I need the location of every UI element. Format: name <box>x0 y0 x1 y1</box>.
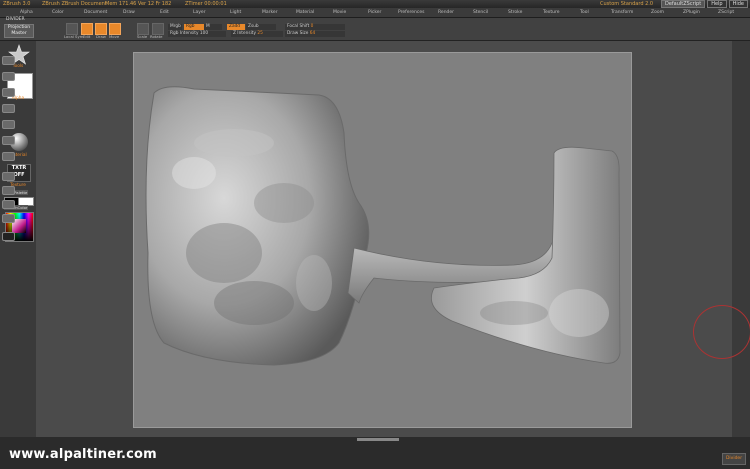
menu-item-color[interactable]: Color <box>52 8 64 17</box>
draw-size-slider[interactable]: Draw Size 64 <box>285 31 345 37</box>
menu-item-zplugin[interactable]: ZPlugin <box>683 8 700 17</box>
memory-readout: Mem 171.46 Ver 12 Fr 182 <box>105 1 172 7</box>
divider-label: DIVIDER <box>6 17 25 22</box>
rgb-button[interactable]: Rgb <box>184 24 204 30</box>
menu-item-draw[interactable]: Draw <box>123 8 135 17</box>
rgb-intensity-label: Rgb Intensity <box>170 31 199 36</box>
edit-label: Edit <box>83 34 91 39</box>
scroll-icon[interactable] <box>2 56 15 65</box>
draw-size-value: 64 <box>309 31 316 36</box>
menu-item-document[interactable]: Document <box>84 8 107 17</box>
z-intensity-value: 25 <box>257 31 263 36</box>
aahalf-icon[interactable] <box>2 104 15 113</box>
bottom-scroll-handle[interactable] <box>357 438 399 441</box>
document-title: ZBrush ZBrush Document <box>42 1 107 7</box>
menu-item-material[interactable]: Material <box>296 8 314 17</box>
transp-icon[interactable] <box>2 214 15 223</box>
projection-master-button[interactable]: Projection Master <box>4 24 34 38</box>
zoom-icon[interactable] <box>2 72 15 81</box>
menu-item-stencil[interactable]: Stencil <box>473 8 488 17</box>
menu-item-tool[interactable]: Tool <box>580 8 589 17</box>
scale-view-icon[interactable] <box>2 186 15 195</box>
menu-item-edit[interactable]: Edit <box>160 8 169 17</box>
persp-icon[interactable] <box>2 120 15 129</box>
menu-bar: Alpha Color Document Draw Edit Layer Light Mark… <box>0 8 750 18</box>
rotate-view-icon[interactable] <box>2 200 15 209</box>
m-button[interactable]: M <box>204 24 222 30</box>
mrgb-button[interactable]: Mrgb <box>168 24 182 30</box>
z-intensity-slider[interactable]: Z Intensity 25 <box>231 31 283 37</box>
menu-item-texture[interactable]: Texture <box>543 8 559 17</box>
menu-item-zscript[interactable]: ZScript <box>718 8 734 17</box>
scale-label: Scale <box>137 34 148 39</box>
menu-item-light[interactable]: Light <box>230 8 241 17</box>
snapshot-icon[interactable] <box>2 232 15 241</box>
focal-shift-slider[interactable]: Focal Shift 0 <box>285 24 345 30</box>
floor-icon[interactable] <box>2 136 15 145</box>
local-icon[interactable] <box>2 152 15 161</box>
menu-item-alpha[interactable]: Alpha <box>20 8 33 17</box>
zscript-button[interactable]: DefaultZScript <box>660 0 706 8</box>
title-bar: ZBrush 3.0 ZBrush ZBrush Document Mem 17… <box>0 0 750 8</box>
help-button[interactable]: Help <box>707 0 727 8</box>
actual-size-icon[interactable] <box>2 88 15 97</box>
canvas[interactable] <box>133 52 632 428</box>
zadd-button[interactable]: Zadd <box>227 24 245 30</box>
custom-layout-label: Custom Standard 2.0 <box>600 1 654 7</box>
z-intensity-label: Z Intensity <box>233 31 257 36</box>
move-view-icon[interactable] <box>2 172 15 181</box>
move-label: Move <box>109 34 120 39</box>
watermark-text: www.alpaltiner.com <box>9 447 157 462</box>
draw-size-label: Draw Size <box>287 31 309 36</box>
draw-label: Draw <box>96 34 106 39</box>
menu-item-picker[interactable]: Picker <box>368 8 381 17</box>
zsub-button[interactable]: Zsub <box>246 24 276 30</box>
menu-item-zoom[interactable]: Zoom <box>651 8 664 17</box>
hide-button[interactable]: Hide <box>728 0 748 8</box>
rgb-intensity-value: 100 <box>199 31 209 36</box>
app-title: ZBrush 3.0 <box>3 1 31 7</box>
focal-shift-value: 0 <box>310 24 314 29</box>
rgb-intensity-slider[interactable]: Rgb Intensity 100 <box>168 31 226 37</box>
menu-item-marker[interactable]: Marker <box>262 8 278 17</box>
right-tray <box>732 41 750 469</box>
menu-item-movie[interactable]: Movie <box>333 8 346 17</box>
navigation-circle <box>693 305 750 359</box>
menu-item-transform[interactable]: Transform <box>611 8 633 17</box>
rotate-label: Rotate <box>150 34 163 39</box>
divider-button[interactable]: Divider <box>722 453 746 465</box>
menu-item-preferences[interactable]: Preferences <box>398 8 424 17</box>
sculpted-mesh-icon <box>145 86 621 366</box>
ztimer-readout: ZTimer 00:00:01 <box>185 1 227 7</box>
title-buttons: DefaultZScript Help Hide <box>660 0 748 8</box>
menu-item-stroke[interactable]: Stroke <box>508 8 522 17</box>
menu-item-layer[interactable]: Layer <box>193 8 206 17</box>
focal-shift-label: Focal Shift <box>287 24 310 29</box>
menu-item-render[interactable]: Render <box>438 8 454 17</box>
